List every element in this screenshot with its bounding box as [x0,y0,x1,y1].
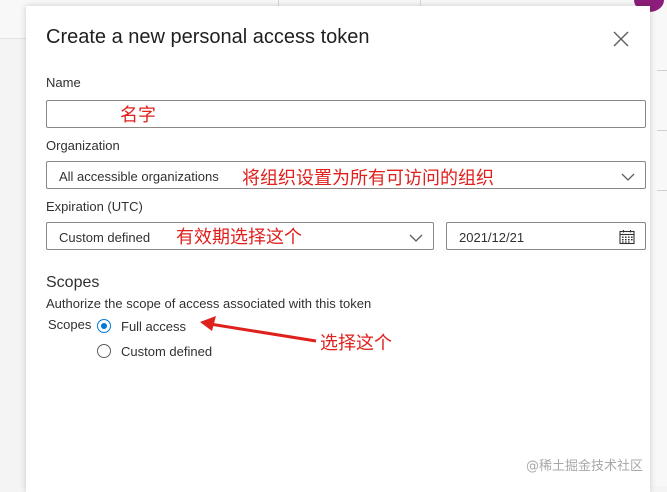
background-right-strip [650,38,667,486]
background-divider [657,130,667,131]
watermark: @稀土掘金技术社区 [526,459,644,474]
calendar-icon[interactable] [619,229,635,248]
expiration-date-picker[interactable]: 2021/12/21 [446,222,646,250]
custom-defined-radio[interactable] [97,344,111,358]
full-access-radio[interactable] [97,319,111,333]
annotation-organization: 将组织设置为所有可访问的组织 [242,168,494,189]
close-icon[interactable] [610,28,632,50]
annotation-expiration: 有效期选择这个 [176,227,302,248]
background-divider [657,190,667,191]
organization-label: Organization [46,138,120,153]
chevron-down-icon [409,231,423,242]
scopes-group-label: Scopes [48,317,92,332]
annotation-scopes: 选择这个 [320,333,392,354]
dialog-title: Create a new personal access token [46,26,370,48]
organization-value: All accessible organizations [59,169,219,184]
scopes-heading: Scopes [46,274,100,291]
chevron-down-icon [621,170,635,181]
scopes-description: Authorize the scope of access associated… [46,296,372,311]
expiration-label: Expiration (UTC) [46,199,143,214]
arrow-annotation [200,316,317,343]
create-token-dialog: Create a new personal access token Name … [26,6,650,492]
expiration-date-value: 2021/12/21 [459,230,525,245]
full-access-label[interactable]: Full access [121,319,186,334]
name-label: Name [46,75,81,90]
expiration-value: Custom defined [59,230,151,245]
background-divider [657,70,667,71]
annotation-name: 名字 [120,105,156,126]
custom-defined-label[interactable]: Custom defined [121,344,212,359]
